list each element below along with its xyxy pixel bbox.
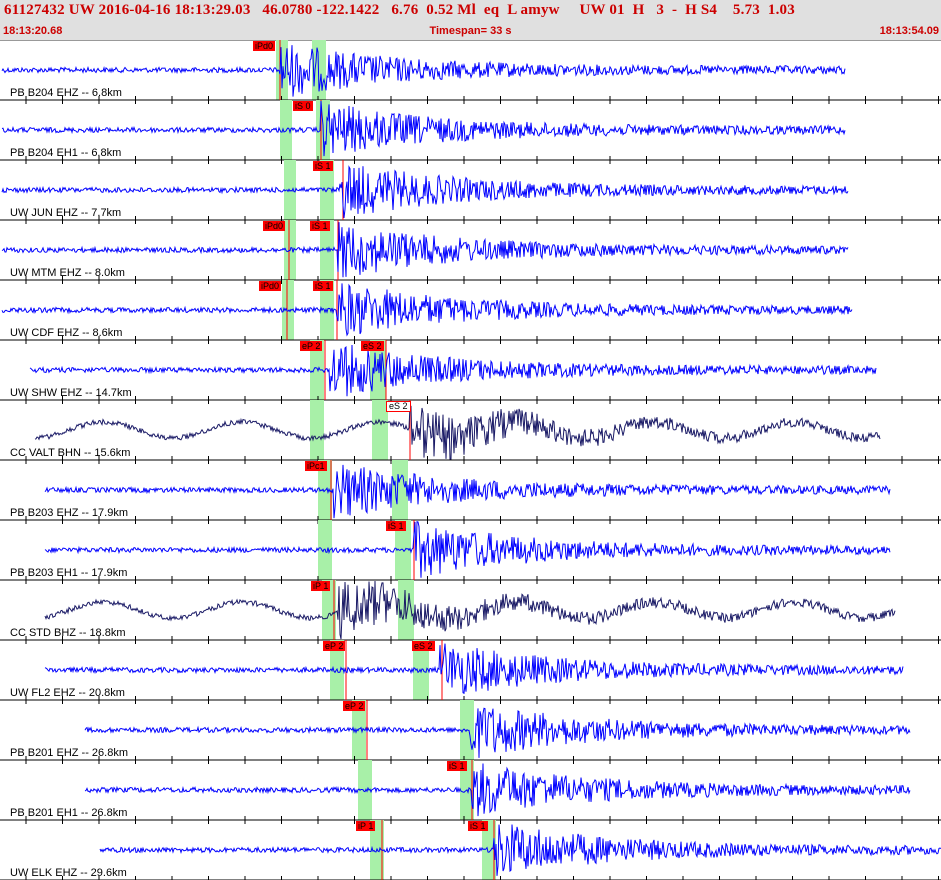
pick-label[interactable]: iS 1 xyxy=(310,221,330,231)
pick-label[interactable]: iS 1 xyxy=(313,161,333,171)
waveform-trace xyxy=(1,222,849,278)
waveform-trace xyxy=(44,464,891,519)
channel-row[interactable] xyxy=(0,100,941,164)
pick-label[interactable]: eS 2 xyxy=(361,341,384,351)
pick-label[interactable]: iPd0 xyxy=(263,221,286,231)
pick-label[interactable]: iS 0 xyxy=(293,101,313,111)
waveform-trace xyxy=(84,763,911,817)
waveform-trace xyxy=(1,165,849,219)
channel-label: PB B204 EH1 -- 6.8km xyxy=(10,147,122,159)
timespan-label: Timespan= 33 s xyxy=(429,25,512,37)
pick-label[interactable]: iP 1 xyxy=(311,581,331,591)
channel-row[interactable] xyxy=(0,340,941,404)
channel-row[interactable] xyxy=(0,280,941,344)
channel-row[interactable] xyxy=(0,460,941,524)
waveform-trace xyxy=(34,404,881,460)
channel-label: UW JUN EHZ -- 7.7km xyxy=(10,207,122,219)
channel-label: CC STD BHZ -- 18.8km xyxy=(10,627,126,639)
pick-label[interactable]: iPd0 xyxy=(259,281,282,291)
pick-window xyxy=(310,400,324,460)
channel-label: PB B203 EHZ -- 17.9km xyxy=(10,507,128,519)
pick-label[interactable]: iP 1 xyxy=(356,821,376,831)
waveform-trace xyxy=(1,283,853,337)
channel-label: UW FL2 EHZ -- 20.8km xyxy=(10,687,125,699)
waveform-trace xyxy=(44,521,891,578)
pick-window xyxy=(392,460,408,520)
channel-label: PB B201 EH1 -- 26.8km xyxy=(10,807,128,819)
channel-row[interactable] xyxy=(0,520,941,584)
channel-row[interactable] xyxy=(0,700,941,764)
channel-row[interactable] xyxy=(0,400,941,464)
channel-label: UW MTM EHZ -- 8.0km xyxy=(10,267,125,279)
channel-label: UW SHW EHZ -- 14.7km xyxy=(10,387,132,399)
channel-label: UW ELK EHZ -- 29.6km xyxy=(10,867,127,879)
pick-label[interactable]: eS 2 xyxy=(386,401,411,412)
seismogram-panel[interactable] xyxy=(0,40,941,880)
channel-label: PB B204 EHZ -- 6.8km xyxy=(10,87,122,99)
waveform-trace xyxy=(1,45,846,97)
waveform-trace xyxy=(44,580,896,640)
channel-row[interactable] xyxy=(0,580,941,644)
pick-label[interactable]: iS 1 xyxy=(386,521,406,531)
channel-label: UW CDF EHZ -- 8.6km xyxy=(10,327,123,339)
waveform-trace xyxy=(1,100,846,157)
channel-row[interactable] xyxy=(0,640,941,704)
end-time: 18:13:54.09 xyxy=(879,25,939,37)
pick-label[interactable]: iS 1 xyxy=(447,761,467,771)
pick-label[interactable]: iPd0 xyxy=(253,41,276,51)
pick-label[interactable]: iS 1 xyxy=(468,821,488,831)
pick-label[interactable]: eP 2 xyxy=(300,341,323,351)
waveform-trace xyxy=(29,344,877,397)
channel-row[interactable] xyxy=(0,760,941,824)
pick-label[interactable]: eP 2 xyxy=(343,701,366,711)
channel-label: PB B201 EHZ -- 26.8km xyxy=(10,747,128,759)
waveform-trace xyxy=(44,643,904,695)
channel-row[interactable] xyxy=(0,160,941,224)
event-header: 61127432 UW 2016-04-16 18:13:29.03 46.07… xyxy=(0,0,941,41)
channel-row[interactable] xyxy=(0,220,941,284)
waveform-trace xyxy=(84,707,911,758)
pick-label[interactable]: eS 2 xyxy=(412,641,435,651)
channel-label: PB B203 EH1 -- 17.9km xyxy=(10,567,128,579)
pick-label[interactable]: iPc1 xyxy=(305,461,327,471)
pick-label[interactable]: iS 1 xyxy=(313,281,333,291)
event-info-line: 61127432 UW 2016-04-16 18:13:29.03 46.07… xyxy=(4,2,795,18)
pick-label[interactable]: eP 2 xyxy=(323,641,346,651)
waveform-trace xyxy=(99,824,941,876)
channel-row[interactable] xyxy=(0,40,941,104)
channel-label: CC VALT BHN -- 15.6km xyxy=(10,447,131,459)
